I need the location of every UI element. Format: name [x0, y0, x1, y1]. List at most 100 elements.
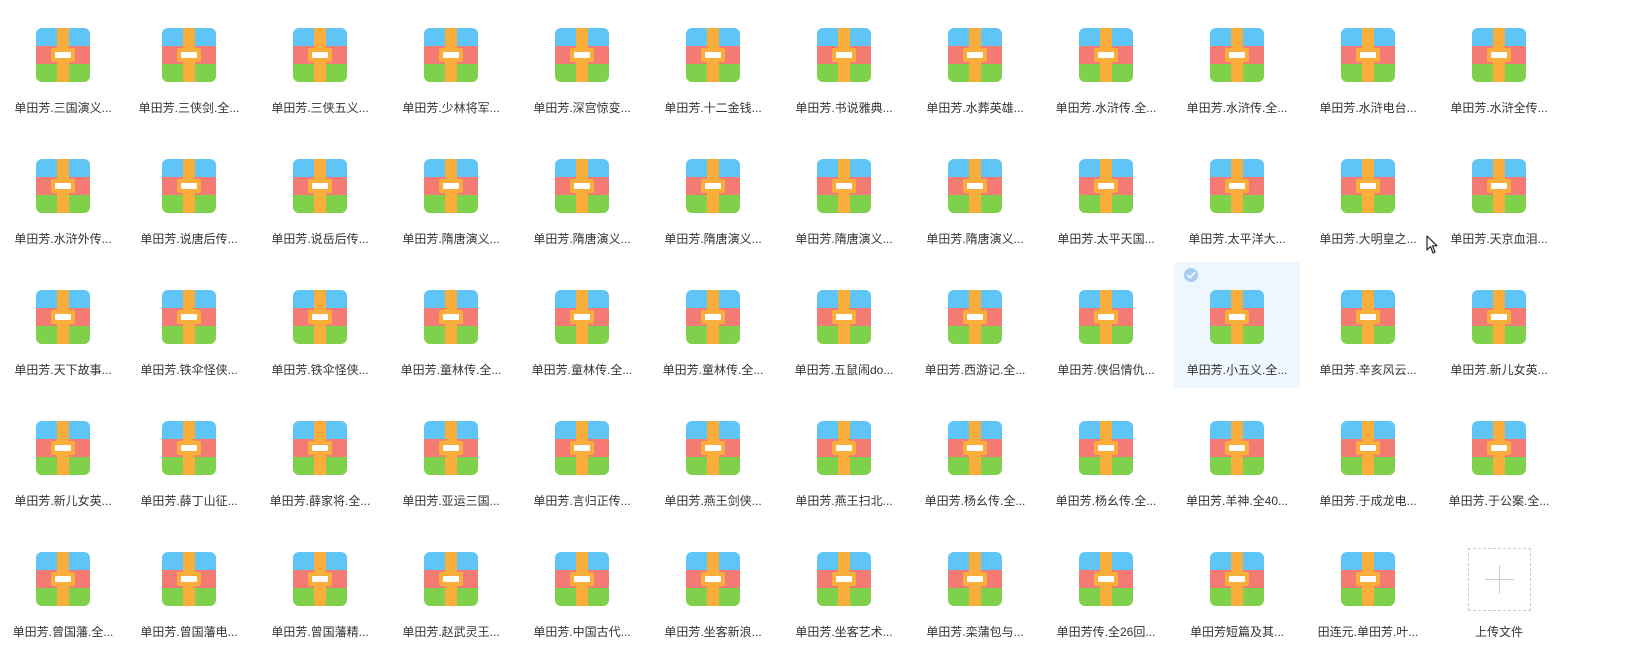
- archive-icon: [555, 290, 609, 344]
- file-item[interactable]: 单田芳.童林传.全...: [650, 262, 776, 388]
- file-item[interactable]: 单田芳.天京血泪...: [1436, 131, 1562, 257]
- file-name: 单田芳.童林传.全...: [531, 363, 633, 377]
- file-item[interactable]: 单田芳.新儿女英...: [0, 393, 126, 519]
- file-item[interactable]: 单田芳.辛亥风云...: [1305, 262, 1431, 388]
- file-name: 田连元.单田芳.叶...: [1317, 625, 1419, 639]
- file-item[interactable]: 单田芳.亚运三国...: [388, 393, 514, 519]
- file-name: 单田芳.赵武灵王...: [402, 625, 500, 639]
- archive-icon: [293, 290, 347, 344]
- file-item[interactable]: 单田芳.少林将军...: [388, 0, 514, 126]
- file-item[interactable]: 田连元.单田芳.叶...: [1305, 524, 1431, 650]
- file-item[interactable]: 单田芳.大明皇之...: [1305, 131, 1431, 257]
- file-name: 单田芳.水浒电台...: [1319, 101, 1417, 115]
- selected-check-icon[interactable]: [1184, 268, 1198, 282]
- archive-icon: [1079, 421, 1133, 475]
- file-name: 单田芳.太平洋大...: [1188, 232, 1286, 246]
- file-item[interactable]: 单田芳.薛丁山征...: [126, 393, 252, 519]
- archive-icon: [1341, 421, 1395, 475]
- file-name: 单田芳.辛亥风云...: [1319, 363, 1417, 377]
- file-item[interactable]: 单田芳.栾蒲包与...: [912, 524, 1038, 650]
- file-item[interactable]: 单田芳.铁伞怪侠...: [126, 262, 252, 388]
- archive-icon: [1210, 421, 1264, 475]
- file-name: 单田芳.曾国藩.全...: [12, 625, 114, 639]
- file-item[interactable]: 单田芳.水浒传.全...: [1043, 0, 1169, 126]
- file-name: 单田芳.亚运三国...: [402, 494, 500, 508]
- file-item[interactable]: 单田芳.说岳后传...: [257, 131, 383, 257]
- file-name: 单田芳.三国演义...: [14, 101, 112, 115]
- file-item[interactable]: 单田芳.曾国藩电...: [126, 524, 252, 650]
- file-name: 单田芳.隋唐演义...: [926, 232, 1024, 246]
- archive-icon: [555, 28, 609, 82]
- file-item[interactable]: 单田芳传.全26回...: [1043, 524, 1169, 650]
- archive-icon: [817, 159, 871, 213]
- file-item[interactable]: 单田芳.水浒电台...: [1305, 0, 1431, 126]
- file-item[interactable]: 单田芳.太平天国...: [1043, 131, 1169, 257]
- file-item[interactable]: 单田芳.水浒传.全...: [1174, 0, 1300, 126]
- file-item[interactable]: 单田芳.童林传.全...: [388, 262, 514, 388]
- file-item[interactable]: 单田芳.曾国藩.全...: [0, 524, 126, 650]
- file-item[interactable]: 单田芳短篇及其...: [1174, 524, 1300, 650]
- file-item[interactable]: 单田芳.杨幺传.全...: [912, 393, 1038, 519]
- file-name: 单田芳.水浒传.全...: [1186, 101, 1288, 115]
- upload-file-label: 上传文件: [1474, 625, 1523, 639]
- file-item[interactable]: 单田芳.天下故事...: [0, 262, 126, 388]
- archive-icon: [424, 290, 478, 344]
- file-item[interactable]: 单田芳.隋唐演义...: [781, 131, 907, 257]
- file-item[interactable]: 单田芳.杨幺传.全...: [1043, 393, 1169, 519]
- file-item[interactable]: 单田芳.小五义.全...: [1174, 262, 1300, 388]
- file-item[interactable]: 单田芳.新儿女英...: [1436, 262, 1562, 388]
- file-item[interactable]: 单田芳.隋唐演义...: [388, 131, 514, 257]
- file-item[interactable]: 单田芳.中国古代...: [519, 524, 645, 650]
- file-item[interactable]: 单田芳.说唐后传...: [126, 131, 252, 257]
- archive-icon: [817, 28, 871, 82]
- file-item[interactable]: 单田芳.三国演义...: [0, 0, 126, 126]
- file-name: 单田芳.十二金钱...: [664, 101, 762, 115]
- archive-icon: [293, 421, 347, 475]
- file-name: 单田芳.隋唐演义...: [402, 232, 500, 246]
- file-name: 单田芳.薛丁山征...: [140, 494, 238, 508]
- file-item[interactable]: 单田芳.书说雅典...: [781, 0, 907, 126]
- archive-icon: [817, 290, 871, 344]
- archive-icon: [36, 28, 90, 82]
- archive-icon: [555, 552, 609, 606]
- file-item[interactable]: 单田芳.水浒外传...: [0, 131, 126, 257]
- file-item[interactable]: 单田芳.坐客艺术...: [781, 524, 907, 650]
- archive-icon: [293, 552, 347, 606]
- file-item[interactable]: 单田芳.五鼠闹do...: [781, 262, 907, 388]
- file-name: 单田芳.侠侣情仇...: [1057, 363, 1155, 377]
- file-item[interactable]: 单田芳.隋唐演义...: [912, 131, 1038, 257]
- file-item[interactable]: 单田芳.隋唐演义...: [519, 131, 645, 257]
- file-item[interactable]: 单田芳.曾国藩精...: [257, 524, 383, 650]
- file-name: 单田芳.坐客新浪...: [664, 625, 762, 639]
- file-item[interactable]: 单田芳.隋唐演义...: [650, 131, 776, 257]
- file-item[interactable]: 单田芳.十二金钱...: [650, 0, 776, 126]
- file-item[interactable]: 单田芳.侠侣情仇...: [1043, 262, 1169, 388]
- file-item[interactable]: 单田芳.太平洋大...: [1174, 131, 1300, 257]
- archive-icon: [1079, 159, 1133, 213]
- file-item[interactable]: 单田芳.赵武灵王...: [388, 524, 514, 650]
- file-item[interactable]: 单田芳.坐客新浪...: [650, 524, 776, 650]
- archive-icon: [1341, 552, 1395, 606]
- file-item[interactable]: 单田芳.水葬英雄...: [912, 0, 1038, 126]
- file-name: 单田芳传.全26回...: [1056, 625, 1156, 639]
- file-item[interactable]: 单田芳.西游记.全...: [912, 262, 1038, 388]
- file-item[interactable]: 单田芳.铁伞怪侠...: [257, 262, 383, 388]
- archive-icon: [293, 159, 347, 213]
- file-item[interactable]: 单田芳.燕王剑侠...: [650, 393, 776, 519]
- file-item[interactable]: 单田芳.水浒全传...: [1436, 0, 1562, 126]
- upload-file-button[interactable]: 上传文件: [1436, 524, 1562, 650]
- file-item[interactable]: 单田芳.薛家将.全...: [257, 393, 383, 519]
- file-item[interactable]: 单田芳.三侠剑.全...: [126, 0, 252, 126]
- file-item[interactable]: 单田芳.于成龙电...: [1305, 393, 1431, 519]
- file-name: 单田芳.三侠五义...: [271, 101, 369, 115]
- file-name: 单田芳.小五义.全...: [1186, 363, 1288, 377]
- file-item[interactable]: 单田芳.羊神.全40...: [1174, 393, 1300, 519]
- file-item[interactable]: 单田芳.三侠五义...: [257, 0, 383, 126]
- file-item[interactable]: 单田芳.言归正传...: [519, 393, 645, 519]
- file-name: 单田芳.水浒全传...: [1450, 101, 1548, 115]
- file-item[interactable]: 单田芳.燕王扫北...: [781, 393, 907, 519]
- file-item[interactable]: 单田芳.深宫惊变...: [519, 0, 645, 126]
- plus-icon: [1468, 548, 1531, 611]
- file-item[interactable]: 单田芳.于公案.全...: [1436, 393, 1562, 519]
- file-item[interactable]: 单田芳.童林传.全...: [519, 262, 645, 388]
